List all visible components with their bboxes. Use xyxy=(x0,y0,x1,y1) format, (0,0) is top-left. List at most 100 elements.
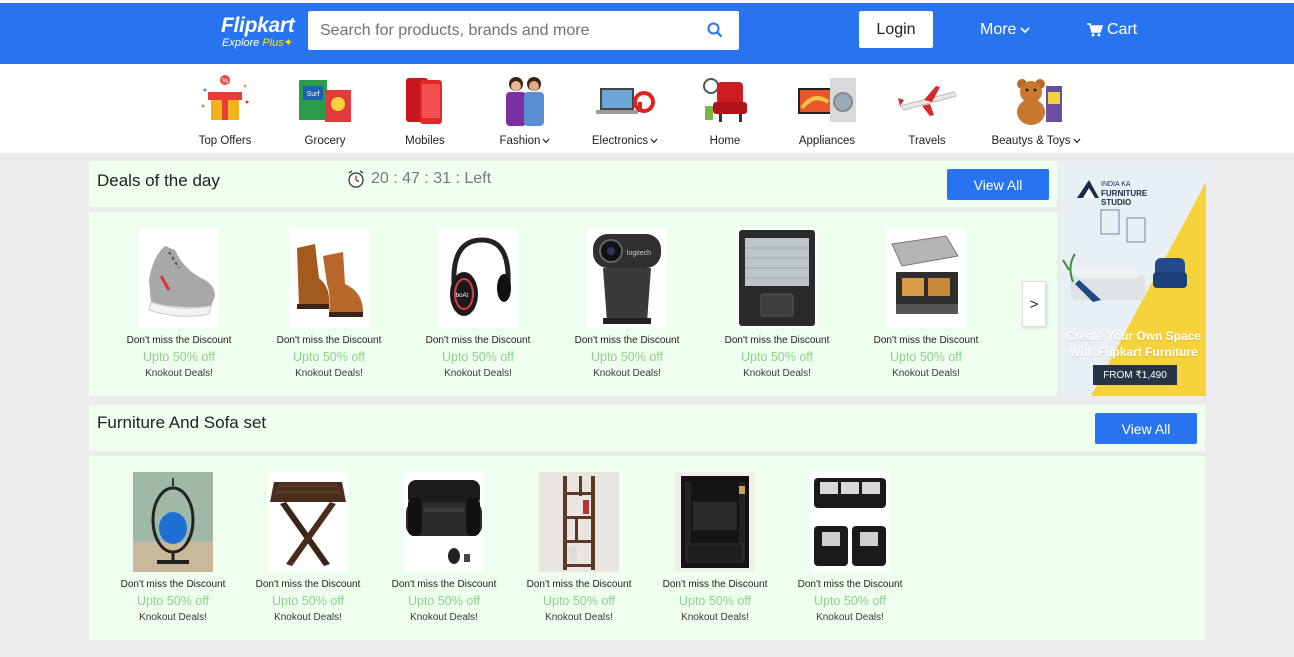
furniture-product-card[interactable]: Don't miss the Discount Upto 50% off Kno… xyxy=(103,472,243,623)
teddy-bear-icon xyxy=(1004,70,1068,130)
category-label: Electronics xyxy=(591,135,649,147)
furniture-header: Furniture And Sofa set View All xyxy=(89,405,1205,451)
product-title: Don't miss the Discount xyxy=(120,579,226,590)
product-offer: Upto 50% off xyxy=(590,350,664,364)
product-title: Don't miss the Discount xyxy=(873,335,979,346)
appliances-icon xyxy=(795,70,859,130)
product-offer: Upto 50% off xyxy=(740,350,814,364)
category-label: Mobiles xyxy=(405,135,445,147)
ad-price-badge: FROM ₹1,490 xyxy=(1093,365,1177,385)
category-mobiles[interactable]: Mobiles xyxy=(375,70,475,147)
furniture-view-all-button[interactable]: View All xyxy=(1095,413,1197,444)
product-title: Don't miss the Discount xyxy=(126,335,232,346)
furniture-product-card[interactable]: Don't miss the Discount Upto 50% off Kno… xyxy=(645,472,785,623)
flipkart-logo[interactable]: Flipkart Explore Plus✦ xyxy=(221,14,295,50)
ad-brand-text: INDIA KA FURNITURE STUDIO xyxy=(1101,181,1148,207)
chevron-down-icon xyxy=(1020,27,1031,34)
category-travels[interactable]: Travels xyxy=(877,70,977,147)
category-home[interactable]: Home xyxy=(675,70,775,147)
product-offer: Upto 50% off xyxy=(441,350,515,364)
deal-product-card[interactable]: Don't miss the Discount Upto 50% off Kno… xyxy=(109,228,249,379)
deals-view-all-button[interactable]: View All xyxy=(947,169,1049,200)
cart-icon xyxy=(1087,23,1103,37)
product-title: Don't miss the Discount xyxy=(425,335,531,346)
product-image xyxy=(289,228,369,328)
product-tag: Knokout Deals! xyxy=(274,612,342,623)
product-tag: Knokout Deals! xyxy=(295,368,363,379)
product-image xyxy=(404,472,484,572)
search-icon[interactable] xyxy=(707,22,723,38)
category-grocery[interactable]: Surf Grocery xyxy=(275,70,375,147)
category-appliances[interactable]: Appliances xyxy=(777,70,877,147)
furniture-product-card[interactable]: Don't miss the Discount Upto 50% off Kno… xyxy=(509,472,649,623)
product-offer: Upto 50% off xyxy=(136,594,210,608)
product-tag: Knokout Deals! xyxy=(410,612,478,623)
category-label: Beautys & Toys xyxy=(991,135,1071,147)
category-label: Travels xyxy=(908,135,946,147)
deal-product-card[interactable]: Don't miss the Discount Upto 50% off Kno… xyxy=(259,228,399,379)
deal-product-card[interactable]: Don't miss the Discount Upto 50% off Kno… xyxy=(856,228,996,379)
category-bar: % Top Offers Surf Grocery Mobiles Fashio… xyxy=(0,64,1294,153)
laptop-icon xyxy=(593,70,657,130)
product-offer: Upto 50% off xyxy=(678,594,752,608)
chevron-down-icon xyxy=(542,138,550,144)
login-button[interactable]: Login xyxy=(859,11,933,48)
deal-product-card[interactable]: logitech Don't miss the Discount Upto 50… xyxy=(557,228,697,379)
product-image xyxy=(268,472,348,572)
deal-product-card[interactable]: boAt Don't miss the Discount Upto 50% of… xyxy=(408,228,548,379)
alarm-clock-icon xyxy=(348,170,364,188)
chevron-down-icon xyxy=(650,138,658,144)
product-tag: Knokout Deals! xyxy=(139,612,207,623)
svg-text:boAt: boAt xyxy=(456,293,469,299)
furniture-ad-banner[interactable]: INDIA KA FURNITURE STUDIO Create Your Ow… xyxy=(1061,162,1206,396)
ad-caption: Create Your Own Space With Flipkart Furn… xyxy=(1066,329,1201,359)
carousel-next-button[interactable]: > xyxy=(1022,281,1046,327)
product-tag: Knokout Deals! xyxy=(892,368,960,379)
svg-text:%: % xyxy=(222,78,228,85)
furniture-studio-logo-icon xyxy=(1077,180,1099,198)
furniture-product-card[interactable]: Don't miss the Discount Upto 50% off Kno… xyxy=(780,472,920,623)
product-tag: Knokout Deals! xyxy=(145,368,213,379)
cart-link[interactable]: Cart xyxy=(1087,21,1137,39)
furniture-product-card[interactable]: Don't miss the Discount Upto 50% off Kno… xyxy=(238,472,378,623)
search-input[interactable] xyxy=(308,11,688,50)
deals-timer: 20 : 47 : 31 : Left xyxy=(346,169,491,189)
category-label: Fashion xyxy=(499,135,541,147)
category-top-offers[interactable]: % Top Offers xyxy=(175,70,275,147)
product-tag: Knokout Deals! xyxy=(681,612,749,623)
category-label: Home xyxy=(709,135,741,147)
product-offer: Upto 50% off xyxy=(271,594,345,608)
grocery-icon: Surf xyxy=(293,70,357,130)
product-offer: Upto 50% off xyxy=(407,594,481,608)
svg-text:logitech: logitech xyxy=(627,250,651,257)
category-electronics[interactable]: Electronics xyxy=(575,70,675,147)
category-beauty-toys[interactable]: Beautys & Toys xyxy=(986,70,1086,147)
product-title: Don't miss the Discount xyxy=(391,579,497,590)
product-image xyxy=(886,228,966,328)
product-image: boAt xyxy=(438,228,518,328)
product-tag: Knokout Deals! xyxy=(545,612,613,623)
product-title: Don't miss the Discount xyxy=(276,335,382,346)
product-tag: Knokout Deals! xyxy=(816,612,884,623)
brand-name: Flipkart xyxy=(221,14,295,37)
category-label: Top Offers xyxy=(198,135,252,147)
deal-product-card[interactable]: Don't miss the Discount Upto 50% off Kno… xyxy=(707,228,847,379)
more-menu[interactable]: More xyxy=(980,21,1031,39)
category-fashion[interactable]: Fashion xyxy=(475,70,575,147)
product-offer: Upto 50% off xyxy=(889,350,963,364)
product-offer: Upto 50% off xyxy=(142,350,216,364)
timer-text: 20 : 47 : 31 : Left xyxy=(371,170,492,187)
plus-icon: ✦ xyxy=(283,37,293,49)
product-title: Don't miss the Discount xyxy=(255,579,361,590)
product-image xyxy=(737,228,817,328)
fashion-icon xyxy=(493,70,557,130)
mobile-phone-icon xyxy=(393,70,457,130)
furniture-products: Don't miss the Discount Upto 50% off Kno… xyxy=(89,456,1205,640)
svg-text:Surf: Surf xyxy=(307,91,320,98)
product-title: Don't miss the Discount xyxy=(797,579,903,590)
product-tag: Knokout Deals! xyxy=(444,368,512,379)
furniture-product-card[interactable]: Don't miss the Discount Upto 50% off Kno… xyxy=(374,472,514,623)
header-bar: Flipkart Explore Plus✦ Login More Cart xyxy=(0,0,1294,64)
cart-label: Cart xyxy=(1107,21,1138,38)
product-title: Don't miss the Discount xyxy=(724,335,830,346)
